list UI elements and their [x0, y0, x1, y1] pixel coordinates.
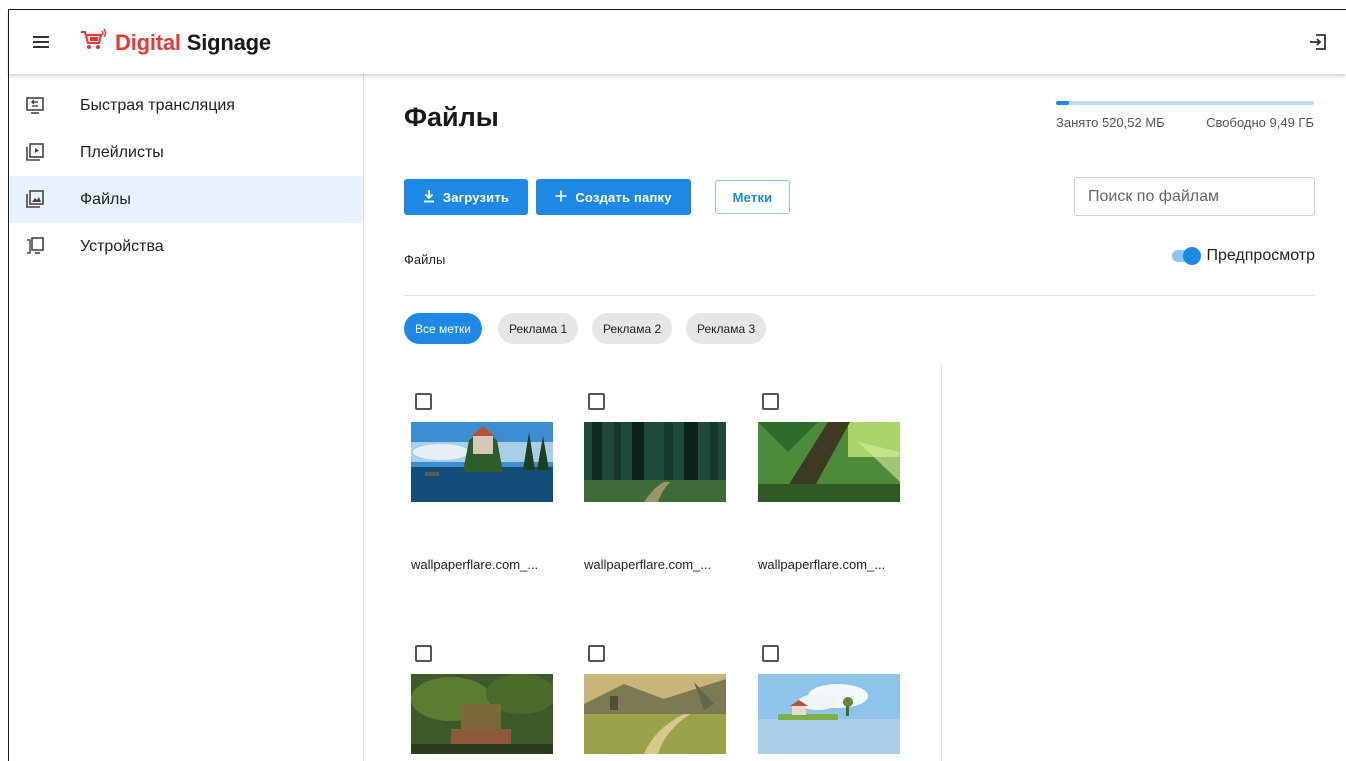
- preview-toggle-label: Предпросмотр: [1206, 247, 1315, 264]
- sidebar-item-label: Быстрая трансляция: [80, 96, 235, 114]
- file-name: wallpaperflare.com_...: [758, 557, 886, 572]
- sidebar-item-quick-broadcast[interactable]: Быстрая трансляция: [9, 82, 363, 129]
- preview-toggle[interactable]: Предпросмотр: [1172, 247, 1315, 265]
- file-tile[interactable]: wallpaperflare.com_...: [758, 393, 900, 583]
- grid-separator: [941, 365, 942, 761]
- image-library-icon: [25, 189, 45, 209]
- file-checkbox[interactable]: [762, 645, 779, 662]
- tags-button[interactable]: Метки: [715, 180, 790, 214]
- file-thumbnail[interactable]: [584, 422, 726, 502]
- app-name-dark: Signage: [186, 29, 271, 55]
- sidebar-item-files[interactable]: Файлы: [9, 176, 363, 223]
- sidebar: Быстрая трансляция Плейлисты Файлы Устро…: [9, 74, 364, 761]
- tag-chip-ad-2[interactable]: Реклама 2: [592, 313, 673, 344]
- create-folder-label: Создать папку: [575, 189, 672, 205]
- file-checkbox[interactable]: [415, 393, 432, 410]
- file-thumbnail[interactable]: [411, 674, 553, 754]
- storage-usage-bar: [1056, 101, 1314, 105]
- file-tile[interactable]: [584, 645, 726, 761]
- breadcrumb[interactable]: Файлы: [404, 252, 445, 267]
- upload-label: Загрузить: [442, 189, 510, 205]
- file-checkbox[interactable]: [762, 393, 779, 410]
- file-tile[interactable]: wallpaperflare.com_...: [584, 393, 726, 583]
- logout-icon[interactable]: [1308, 32, 1328, 52]
- app-logo[interactable]: Digital Signage: [79, 28, 271, 57]
- page-title: Файлы: [404, 102, 499, 132]
- tag-chip-ad-3[interactable]: Реклама 3: [686, 313, 767, 344]
- download-icon: [423, 189, 435, 206]
- sidebar-item-label: Файлы: [80, 190, 131, 208]
- file-thumbnail[interactable]: [758, 674, 900, 754]
- file-tile[interactable]: [758, 645, 900, 761]
- sidebar-item-label: Устройства: [80, 237, 164, 255]
- cast-screen-icon: [25, 95, 45, 115]
- search-input[interactable]: [1074, 177, 1315, 216]
- file-name: wallpaperflare.com_...: [584, 557, 712, 572]
- storage-usage-fill: [1056, 101, 1069, 105]
- sidebar-item-label: Плейлисты: [80, 143, 164, 161]
- file-tile[interactable]: wallpaperflare.com_...: [411, 393, 553, 583]
- file-checkbox[interactable]: [588, 393, 605, 410]
- main-content: Файлы Занято 520,52 МБ Свободно 9,49 ГБ …: [364, 74, 1346, 761]
- file-checkbox[interactable]: [415, 645, 432, 662]
- tag-chip-ad-1[interactable]: Реклама 1: [498, 313, 579, 344]
- app-header: Digital Signage: [9, 10, 1346, 74]
- preview-toggle-knob[interactable]: [1183, 247, 1202, 265]
- upload-button[interactable]: Загрузить: [404, 179, 528, 215]
- hamburger-menu-icon[interactable]: [31, 32, 51, 52]
- sidebar-item-devices[interactable]: Устройства: [9, 223, 363, 270]
- file-tile[interactable]: [411, 645, 553, 761]
- file-thumbnail[interactable]: [758, 422, 900, 502]
- create-folder-button[interactable]: Создать папку: [536, 179, 691, 215]
- devices-icon: [25, 236, 45, 256]
- app-name: Digital Signage: [115, 30, 271, 56]
- file-thumbnail[interactable]: [411, 422, 553, 502]
- plus-icon: [555, 190, 567, 205]
- tag-chip-all[interactable]: Все метки: [404, 313, 482, 344]
- signage-cart-icon: [79, 28, 109, 57]
- playlist-icon: [25, 142, 45, 162]
- file-checkbox[interactable]: [588, 645, 605, 662]
- section-divider: [404, 295, 1315, 296]
- sidebar-item-playlists[interactable]: Плейлисты: [9, 129, 363, 176]
- storage-used-label: Занято 520,52 МБ: [1056, 115, 1165, 130]
- app-name-red: Digital: [115, 29, 181, 55]
- preview-toggle-track[interactable]: [1172, 247, 1202, 265]
- storage-free-label: Свободно 9,49 ГБ: [1206, 115, 1314, 130]
- file-name: wallpaperflare.com_...: [411, 557, 539, 572]
- file-thumbnail[interactable]: [584, 674, 726, 754]
- tags-label: Метки: [732, 189, 773, 205]
